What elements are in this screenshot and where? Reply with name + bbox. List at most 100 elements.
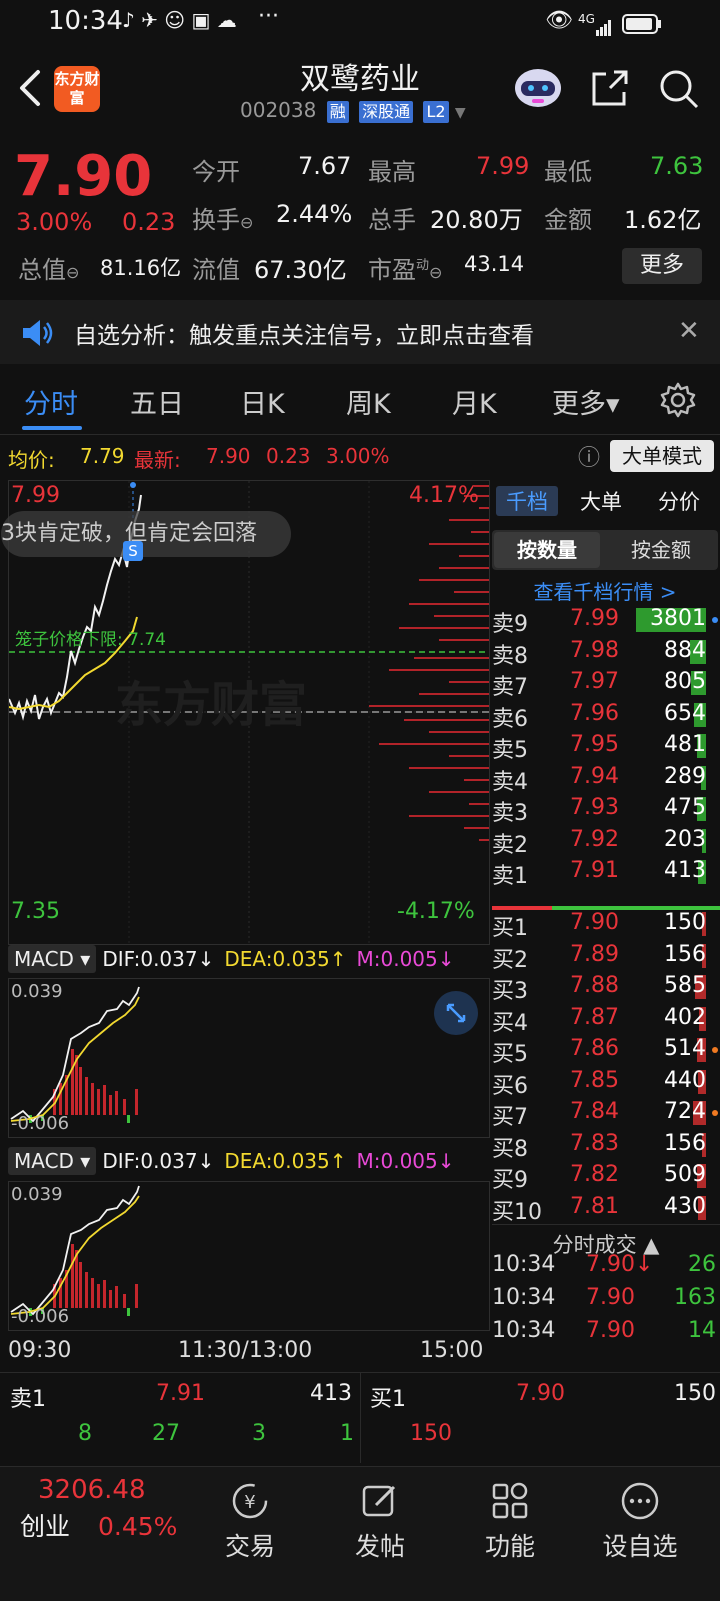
ask-level-row[interactable]: 卖8 7.98 884 — [492, 636, 720, 669]
tab-price-dist[interactable]: 分价 — [658, 486, 700, 516]
close-icon[interactable]: ✕ — [678, 316, 700, 346]
tab-big-order[interactable]: 大单 — [580, 486, 622, 516]
ask-level-row[interactable]: 卖1 7.91 413 — [492, 856, 720, 889]
macd-selector-2[interactable]: MACD ▾ — [8, 1147, 97, 1175]
notice-banner[interactable]: 自选分析：触发重点关注信号，立即点击查看 ✕ — [0, 300, 720, 364]
ask-level-volume: 481 — [664, 732, 706, 757]
expand-icon[interactable] — [434, 991, 478, 1035]
bid-level-label: 买8 — [492, 1136, 528, 1162]
ask-level-row[interactable]: 卖2 7.92 203 — [492, 825, 720, 858]
change-pct: 3.00% — [16, 208, 93, 236]
bid-level-row[interactable]: 买9 7.82 509 — [492, 1160, 720, 1193]
bid-level-label: 买9 — [492, 1168, 528, 1193]
tab-intraday[interactable]: 分时 — [24, 382, 78, 421]
macd-dif: DIF:0.037↓ — [102, 947, 215, 971]
info-icon[interactable]: ⊖ — [66, 263, 79, 282]
amount-label: 金额 — [544, 206, 592, 234]
macd-selector[interactable]: MACD ▾ — [8, 945, 97, 973]
battery-icon — [622, 12, 662, 40]
stock-header: 东方财富 双鹭药业 002038 融 深股通 L2 ▼ — [0, 46, 720, 134]
more-quote-button[interactable]: 更多 — [622, 248, 702, 284]
bottom-nav: 3206.48 创业 0.45% ¥ 交易 发帖 功能 设自选 — [0, 1466, 720, 1601]
latest-pct: 3.00% — [326, 444, 390, 468]
bid-level-row[interactable]: 买8 7.83 156 — [492, 1129, 720, 1162]
search-icon[interactable] — [658, 68, 700, 114]
nav-post[interactable]: 发帖 — [320, 1481, 440, 1563]
bid-level-row[interactable]: 买4 7.87 402 — [492, 1003, 720, 1036]
tab-daily-k[interactable]: 日K — [240, 382, 285, 421]
ask-level-label: 卖5 — [492, 738, 528, 763]
ask-level-price: 7.91 — [570, 858, 619, 883]
macd-chart[interactable]: 0.039 -0.006 — [8, 978, 490, 1138]
tab-monthly-k[interactable]: 月K — [452, 382, 497, 421]
order-book: 千档 大单 分价 按数量 按金额 查看千档行情 > 分时成交 ▲ 卖9 7.99 3… — [492, 480, 720, 1360]
big-order-mode-button[interactable]: 大单模式 — [610, 440, 714, 472]
ask-level-label: 卖6 — [492, 706, 528, 732]
bid-level-row[interactable]: 买7 7.84 724 — [492, 1097, 720, 1130]
bid-level-row[interactable]: 买1 7.90 150 — [492, 908, 720, 941]
bid-level-row[interactable]: 买5 7.86 514 — [492, 1034, 720, 1067]
mktcap-value: 81.16亿 — [100, 256, 182, 280]
time-axis: 09:30 11:30/13:00 15:00 — [0, 1334, 490, 1370]
tab-more[interactable]: 更多▾ — [552, 382, 620, 421]
sell-queue-item: 3 — [252, 1421, 266, 1446]
ask-level-row[interactable]: 卖3 7.93 475 — [492, 793, 720, 826]
ask-level-row[interactable]: 卖9 7.99 3801 — [492, 604, 720, 637]
ask-level-row[interactable]: 卖5 7.95 481 — [492, 730, 720, 763]
macd-m-2: M:0.005↓ — [356, 1149, 455, 1173]
bid-level-row[interactable]: 买10 7.81 430 — [492, 1192, 720, 1225]
subtab-by-volume[interactable]: 按数量 — [494, 532, 600, 568]
trade-tick-row: 10:34 7.90 14 — [492, 1316, 720, 1348]
help-icon[interactable]: ⓘ — [578, 440, 600, 472]
trade-yen-icon: ¥ — [230, 1481, 270, 1521]
tab-weekly-k[interactable]: 周K — [346, 382, 391, 421]
index-name: 创业 — [20, 1512, 71, 1541]
subtab-by-amount[interactable]: 按金额 — [608, 532, 714, 568]
share-icon[interactable] — [590, 68, 630, 112]
active-tab-indicator — [22, 426, 82, 430]
ask-level-price: 7.94 — [570, 763, 619, 789]
index-ticker[interactable]: 3206.48 创业 0.45% — [20, 1475, 190, 1543]
ask-level-row[interactable]: 卖6 7.96 654 — [492, 699, 720, 732]
stock-code-row: 002038 融 深股通 L2 ▼ — [240, 98, 466, 123]
tab-five-day[interactable]: 五日 — [130, 382, 184, 421]
settings-gear-icon[interactable] — [660, 382, 696, 422]
view-full-depth-link[interactable]: 查看千档行情 > — [492, 576, 718, 605]
trade-volume: 14 — [688, 1318, 716, 1343]
nav-functions[interactable]: 功能 — [450, 1481, 570, 1563]
open-value: 7.67 — [298, 152, 352, 180]
macd-dif-2: DIF:0.037↓ — [102, 1149, 215, 1173]
orderbook-tabs: 千档 大单 分价 — [492, 480, 720, 520]
ask-level-row[interactable]: 卖4 7.94 289 — [492, 762, 720, 795]
ask-level-row[interactable]: 卖7 7.97 805 — [492, 667, 720, 700]
macd-chart-svg — [10, 986, 140, 1123]
nav-add-watchlist[interactable]: 设自选 — [580, 1481, 700, 1563]
chart-bottom-pct: -4.17% — [397, 899, 475, 924]
trade-tick-row: 10:34 7.90↓ 26 — [492, 1250, 720, 1282]
ask-level-price: 7.92 — [570, 826, 619, 852]
bid-level-price: 7.82 — [570, 1162, 619, 1187]
sell-marker[interactable]: S — [123, 541, 143, 561]
indicator-dot — [712, 617, 718, 623]
bid-level-price: 7.85 — [570, 1067, 619, 1093]
trade-price: 7.90 — [586, 1318, 635, 1343]
comment-bubble[interactable]: 3块肯定破，但肯定会回落 — [1, 511, 291, 557]
macd-chart-2[interactable]: 0.039 -0.006 — [8, 1181, 490, 1331]
bid-level-volume: 509 — [664, 1162, 706, 1187]
intraday-chart[interactable]: 7.99 4.17% 7.35 -4.17% 3块肯定破，但肯定会回落 S 笼子… — [1, 480, 490, 945]
info-icon[interactable]: ⊖ — [429, 263, 442, 282]
robot-assistant-icon[interactable] — [512, 64, 564, 114]
order-queue: 卖1 7.91 413 买1 7.90 150 8 27 3 1 150 — [0, 1372, 720, 1463]
caret-down-icon[interactable]: ▼ — [455, 105, 466, 121]
info-icon[interactable]: ⊖ — [240, 213, 253, 232]
bid-level-label: 买2 — [492, 947, 528, 973]
bid-level-row[interactable]: 买3 7.88 585 — [492, 971, 720, 1004]
queue-sell-price: 7.91 — [156, 1381, 205, 1406]
tab-level-1000[interactable]: 千档 — [496, 486, 558, 516]
bid-level-row[interactable]: 买2 7.89 156 — [492, 940, 720, 973]
bid-level-label: 买1 — [492, 916, 528, 941]
volume-value: 20.80万 — [430, 206, 523, 234]
nav-trade[interactable]: ¥ 交易 — [190, 1481, 310, 1563]
bid-level-row[interactable]: 买6 7.85 440 — [492, 1066, 720, 1099]
ask-level-price: 7.95 — [570, 732, 619, 757]
